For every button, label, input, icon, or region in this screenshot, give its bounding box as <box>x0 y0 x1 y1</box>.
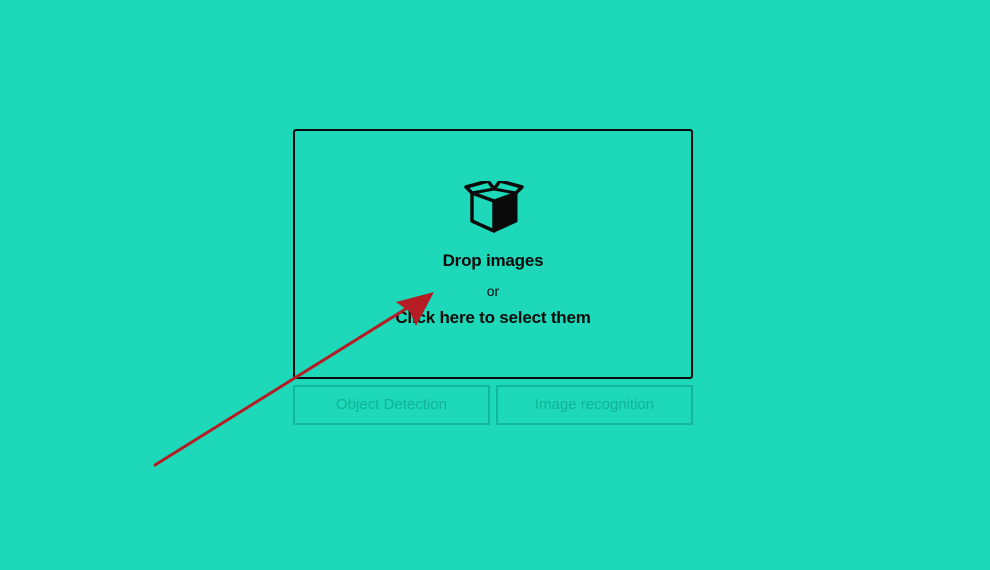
open-box-icon <box>464 181 524 233</box>
image-dropzone[interactable]: Drop images or Click here to select them <box>293 129 693 379</box>
or-label: or <box>486 283 500 299</box>
object-detection-button[interactable]: Object Detection <box>293 385 490 425</box>
drop-images-label: Drop images <box>442 251 544 270</box>
select-images-link[interactable]: Click here to select them <box>295 308 691 328</box>
image-recognition-button[interactable]: Image recognition <box>496 385 693 425</box>
